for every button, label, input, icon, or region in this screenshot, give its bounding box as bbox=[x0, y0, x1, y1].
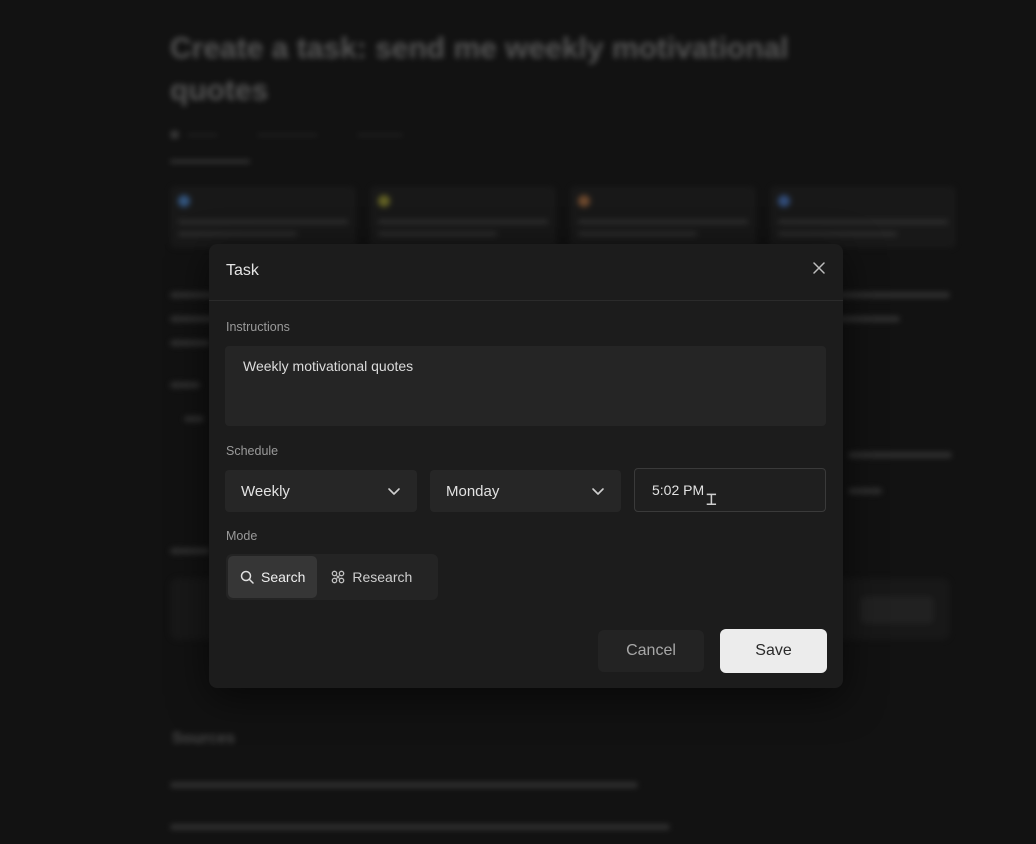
dialog-title: Task bbox=[226, 262, 259, 279]
frequency-value: Weekly bbox=[241, 482, 290, 500]
background-title: Create a task: send me weekly motivation… bbox=[170, 32, 789, 107]
background-source-cards bbox=[170, 186, 956, 248]
research-icon bbox=[332, 570, 345, 584]
chevron-down-icon bbox=[388, 488, 400, 495]
close-icon bbox=[813, 262, 825, 274]
background-pill bbox=[860, 596, 934, 624]
mode-search-button[interactable]: Search bbox=[228, 556, 318, 598]
task-dialog: Task Instructions Weekly motivational qu… bbox=[209, 244, 843, 688]
day-select[interactable]: Monday bbox=[430, 470, 621, 512]
close-button[interactable] bbox=[809, 258, 829, 278]
schedule-label: Schedule bbox=[226, 444, 279, 458]
mode-toggle-group: Search Research bbox=[226, 554, 438, 600]
search-icon bbox=[240, 570, 254, 584]
save-button[interactable]: Save bbox=[720, 629, 827, 673]
frequency-select[interactable]: Weekly bbox=[225, 470, 417, 512]
text-cursor-icon: ⌶ bbox=[706, 489, 717, 510]
mode-search-label: Search bbox=[261, 569, 306, 585]
background-sources-label: Sources bbox=[172, 730, 236, 747]
time-value: 5:02 PM bbox=[652, 482, 705, 498]
day-value: Monday bbox=[446, 482, 500, 500]
dialog-header: Task bbox=[209, 244, 843, 301]
mode-research-button[interactable]: Research bbox=[319, 556, 424, 598]
background-meta: ■ —— ———— ——— bbox=[170, 126, 403, 143]
mode-research-label: Research bbox=[352, 569, 413, 585]
chevron-down-icon bbox=[592, 488, 604, 495]
cancel-button[interactable]: Cancel bbox=[598, 630, 704, 672]
mode-label: Mode bbox=[226, 529, 258, 543]
instructions-textarea[interactable]: Weekly motivational quotes bbox=[225, 346, 826, 426]
background-tab-underline bbox=[170, 160, 250, 163]
instructions-label: Instructions bbox=[226, 320, 290, 334]
time-input[interactable]: 5:02 PM bbox=[634, 468, 826, 512]
